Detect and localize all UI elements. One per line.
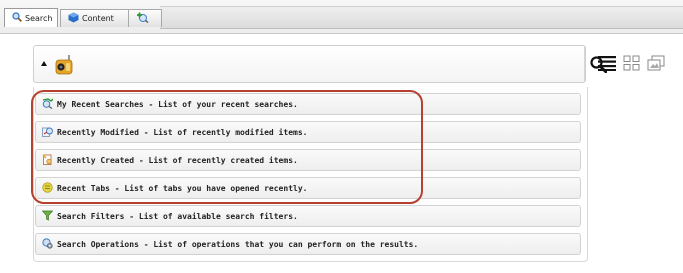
tab-label: Content xyxy=(82,14,114,23)
search-icon xyxy=(12,12,23,24)
menu-item-my-recent-searches[interactable]: My Recent Searches - List of your recent… xyxy=(35,93,581,115)
recent-searches-icon xyxy=(42,97,54,111)
tab-search[interactable]: Search xyxy=(4,8,58,27)
recently-created-icon xyxy=(42,153,53,167)
tab-label: Search xyxy=(25,13,53,23)
add-tab-icon xyxy=(136,12,149,25)
search-bar xyxy=(33,45,608,83)
recently-modified-icon xyxy=(42,126,53,139)
menu-item-label: Recent Tabs - List of tabs you have open… xyxy=(57,183,308,193)
search-filters-icon xyxy=(41,210,54,223)
tab-add[interactable] xyxy=(128,9,162,27)
menu-item-label: Search Operations - List of operations t… xyxy=(57,239,419,249)
menu-item-search-operations[interactable]: Search Operations - List of operations t… xyxy=(35,233,581,255)
menu-item-recent-tabs[interactable]: Recent Tabs - List of tabs you have open… xyxy=(35,177,581,199)
menu-item-search-filters[interactable]: Search Filters - List of available searc… xyxy=(35,205,581,227)
search-divider xyxy=(584,46,585,82)
grid-view-icon[interactable] xyxy=(623,55,640,75)
recent-tabs-icon xyxy=(42,181,53,195)
cube-icon xyxy=(68,12,79,25)
menu-item-label: Recently Modified - List of recently mod… xyxy=(57,127,308,137)
list-view-icon[interactable] xyxy=(598,55,616,75)
view-toggle-group xyxy=(598,55,665,75)
search-operations-icon xyxy=(42,237,53,251)
radio-icon[interactable] xyxy=(55,55,73,79)
menu-item-label: Recently Created - List of recently crea… xyxy=(57,155,298,165)
menu-item-recently-created[interactable]: Recently Created - List of recently crea… xyxy=(35,149,581,171)
menu-item-label: My Recent Searches - List of your recent… xyxy=(57,99,298,109)
gallery-view-icon[interactable] xyxy=(647,55,665,75)
menu-item-label: Search Filters - List of available searc… xyxy=(57,211,298,221)
tab-content[interactable]: Content xyxy=(60,9,130,27)
menu-item-recently-modified[interactable]: Recently Modified - List of recently mod… xyxy=(35,121,581,143)
caret-up-icon[interactable] xyxy=(41,61,47,66)
